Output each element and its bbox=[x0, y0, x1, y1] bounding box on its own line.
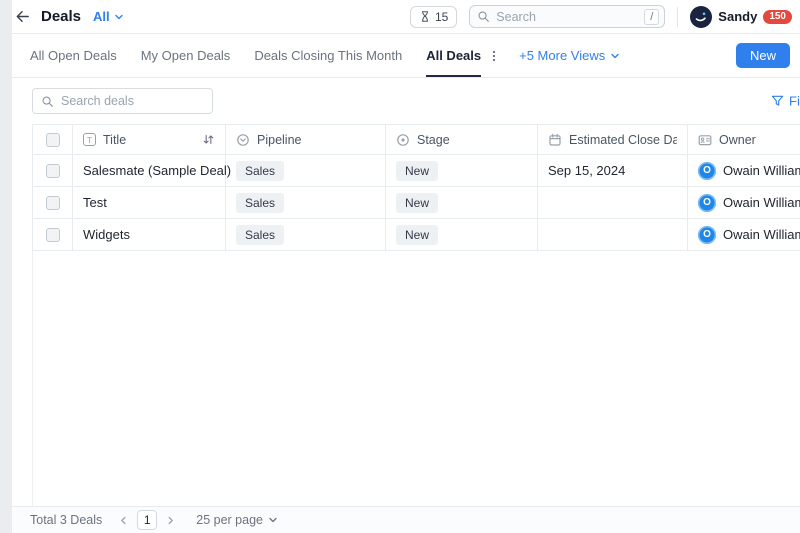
search-shortcut-hint: / bbox=[644, 9, 659, 25]
kebab-icon bbox=[487, 49, 501, 63]
owner-avatar: O bbox=[698, 162, 716, 180]
sort-icon[interactable] bbox=[202, 133, 215, 146]
deals-scope-dropdown[interactable]: All bbox=[93, 9, 124, 24]
deal-title-link[interactable]: Widgets bbox=[83, 227, 130, 242]
column-header-title[interactable]: T Title bbox=[73, 125, 226, 155]
column-header-close-date[interactable]: Estimated Close Date bbox=[538, 125, 688, 155]
filter-button[interactable]: Filter bbox=[771, 94, 800, 109]
select-row-checkbox[interactable] bbox=[46, 228, 60, 242]
deal-title-link[interactable]: Test bbox=[83, 195, 107, 210]
topbar-divider bbox=[677, 7, 678, 27]
stage-icon bbox=[396, 133, 410, 147]
hourglass-icon bbox=[419, 10, 431, 23]
arrow-left-icon bbox=[14, 8, 31, 25]
timer-count: 15 bbox=[435, 10, 448, 24]
total-count-label: Total 3 Deals bbox=[30, 513, 102, 527]
page-size-dropdown[interactable]: 25 per page bbox=[196, 513, 278, 527]
tab-all-open-deals[interactable]: All Open Deals bbox=[30, 34, 117, 77]
table-row[interactable]: Test Sales New O Owain Williams bbox=[33, 187, 800, 219]
new-deal-button[interactable]: New bbox=[736, 43, 790, 68]
chevron-right-icon bbox=[165, 515, 176, 526]
pipeline-tag: Sales bbox=[236, 161, 284, 181]
owner-name: Owain Williams bbox=[723, 195, 800, 210]
column-header-pipeline[interactable]: Pipeline bbox=[226, 125, 386, 155]
pipeline-tag: Sales bbox=[236, 193, 284, 213]
column-header-stage[interactable]: Stage bbox=[386, 125, 538, 155]
search-icon bbox=[41, 95, 54, 108]
stage-tag: New bbox=[396, 161, 438, 181]
column-label: Title bbox=[103, 133, 126, 147]
deal-search-input[interactable] bbox=[61, 94, 204, 108]
list-toolbar: Filter bbox=[12, 78, 800, 124]
funnel-icon bbox=[771, 95, 784, 108]
user-menu[interactable]: Sandy 150 bbox=[690, 6, 792, 28]
more-views-dropdown[interactable]: +5 More Views bbox=[519, 34, 620, 77]
more-views-label: +5 More Views bbox=[519, 48, 605, 63]
stage-tag: New bbox=[396, 225, 438, 245]
deals-table: T Title Pipeline bbox=[32, 124, 800, 251]
deals-table-region: T Title Pipeline bbox=[12, 124, 800, 506]
select-row-checkbox[interactable] bbox=[46, 164, 60, 178]
user-avatar bbox=[690, 6, 712, 28]
pipeline-icon bbox=[236, 133, 250, 147]
scope-label: All bbox=[93, 9, 110, 24]
timer-badge[interactable]: 15 bbox=[410, 6, 457, 28]
stage-tag: New bbox=[396, 193, 438, 213]
search-icon bbox=[477, 10, 490, 23]
column-label: Estimated Close Date bbox=[569, 133, 677, 147]
title-column-icon: T bbox=[83, 133, 96, 146]
view-options-button[interactable] bbox=[487, 34, 501, 77]
prev-page-button[interactable] bbox=[118, 515, 129, 526]
global-search-input[interactable] bbox=[496, 10, 644, 24]
column-label: Stage bbox=[417, 133, 450, 147]
filter-label: Filter bbox=[789, 94, 800, 109]
chevron-down-icon bbox=[610, 51, 620, 61]
user-name: Sandy bbox=[718, 9, 757, 24]
topbar-right: 15 / Sandy 150 bbox=[410, 5, 792, 28]
tab-deals-closing-this-month[interactable]: Deals Closing This Month bbox=[254, 34, 402, 77]
column-label: Owner bbox=[719, 133, 756, 147]
topbar: Deals All 15 / bbox=[12, 0, 800, 34]
owner-name: Owain Williams bbox=[723, 163, 800, 178]
next-page-button[interactable] bbox=[165, 515, 176, 526]
table-header-row: T Title Pipeline bbox=[33, 125, 800, 155]
table-row[interactable]: Widgets Sales New O Owain Williams bbox=[33, 219, 800, 251]
owner-icon bbox=[698, 133, 712, 147]
pager: 1 bbox=[118, 510, 176, 530]
table-row[interactable]: Salesmate (Sample Deal) Sales New Sep 15… bbox=[33, 155, 800, 187]
left-edge-strip bbox=[0, 0, 12, 533]
pipeline-tag: Sales bbox=[236, 225, 284, 245]
tab-my-open-deals[interactable]: My Open Deals bbox=[141, 34, 231, 77]
chevron-down-icon bbox=[268, 515, 278, 525]
column-label: Pipeline bbox=[257, 133, 301, 147]
deal-title-link[interactable]: Salesmate (Sample Deal) bbox=[83, 163, 231, 178]
current-page-indicator[interactable]: 1 bbox=[137, 510, 157, 530]
back-button[interactable] bbox=[14, 8, 31, 25]
pagination-footer: Total 3 Deals 1 25 per page bbox=[12, 506, 800, 533]
deals-page: Deals All 15 / bbox=[12, 0, 800, 533]
deal-search[interactable] bbox=[32, 88, 213, 114]
chevron-left-icon bbox=[118, 515, 129, 526]
global-search[interactable]: / bbox=[469, 5, 665, 28]
chevron-down-icon bbox=[114, 12, 124, 22]
close-date-value: Sep 15, 2024 bbox=[548, 163, 625, 178]
owner-avatar: O bbox=[698, 226, 716, 244]
table-empty-area bbox=[32, 251, 800, 506]
owner-avatar: O bbox=[698, 194, 716, 212]
page-size-label: 25 per page bbox=[196, 513, 263, 527]
calendar-icon bbox=[548, 133, 562, 147]
views-tabbar: All Open Deals My Open Deals Deals Closi… bbox=[12, 34, 800, 78]
column-header-owner[interactable]: Owner bbox=[688, 125, 800, 155]
select-row-checkbox[interactable] bbox=[46, 196, 60, 210]
owner-name: Owain Williams bbox=[723, 227, 800, 242]
user-points-badge: 150 bbox=[763, 10, 792, 24]
tab-all-deals[interactable]: All Deals bbox=[426, 34, 481, 77]
select-all-checkbox[interactable] bbox=[46, 133, 60, 147]
page-title: Deals bbox=[41, 8, 81, 25]
